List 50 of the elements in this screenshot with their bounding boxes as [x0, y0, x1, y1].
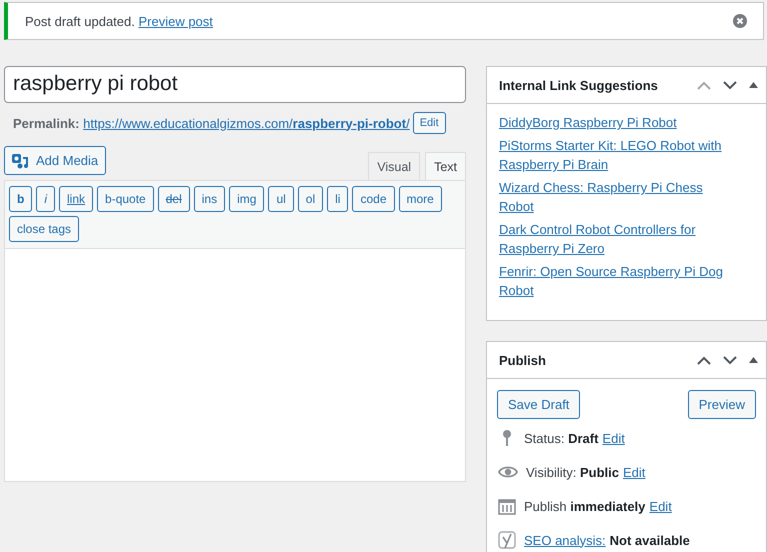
quicktag-button[interactable]: img: [229, 186, 264, 212]
suggestion-link[interactable]: DiddyBorg Raspberry Pi Robot: [499, 113, 677, 132]
eye-icon: [498, 465, 518, 479]
media-icon: [12, 152, 30, 168]
preview-post-link[interactable]: Preview post: [138, 14, 213, 28]
publish-info: SEO analysis: Not available: [524, 532, 690, 548]
quicktag-button[interactable]: more: [398, 186, 442, 212]
add-media-button[interactable]: Add Media: [4, 146, 106, 175]
notice-message: Post draft updated. Preview post: [25, 14, 213, 28]
editor-tab[interactable]: Visual: [368, 152, 420, 180]
publish-info: Status: Draft Edit: [524, 430, 625, 446]
quicktag-button[interactable]: del: [158, 186, 190, 212]
edit-button[interactable]: Edit: [412, 112, 446, 134]
save-draft-button[interactable]: Save Draft: [497, 390, 580, 419]
seo-analysis-link[interactable]: SEO analysis:: [524, 532, 606, 548]
suggestion-link[interactable]: Wizard Chess: Raspberry Pi Chess Robot: [499, 178, 736, 216]
quicktag-button[interactable]: b-quote: [97, 186, 154, 212]
quicktag-button[interactable]: li: [327, 186, 348, 212]
panel-title: Internal Link Suggestions: [499, 78, 659, 92]
quicktag-button[interactable]: ol: [298, 186, 324, 212]
quicktag-button[interactable]: i: [36, 186, 56, 212]
quicktag-button[interactable]: ul: [268, 186, 294, 212]
move-down-icon[interactable]: [723, 356, 737, 364]
edit-link[interactable]: Edit: [622, 464, 646, 480]
publish-info: Publish immediately Edit: [524, 498, 672, 514]
seo-icon: [498, 531, 516, 549]
move-up-icon[interactable]: [697, 356, 711, 364]
quicktag-button[interactable]: link: [59, 186, 94, 212]
collapse-icon[interactable]: [749, 82, 758, 88]
editor-area[interactable]: b i link b-quote del ins img ul ol li code more close tags: [4, 180, 466, 482]
quicktag-button[interactable]: code: [352, 186, 394, 212]
panel-title: Publish: [499, 352, 547, 368]
editor-tab[interactable]: Text: [425, 152, 466, 180]
title-field[interactable]: raspberry pi robot: [4, 66, 466, 103]
permalink-link[interactable]: https://www.educationalgizmos.com/raspberry-pi-robot/: [83, 116, 410, 130]
suggestion-link[interactable]: Fenrir: Open Source Raspberry Pi Dog Robot: [499, 262, 736, 300]
edit-link[interactable]: Edit: [602, 430, 625, 446]
suggestion-link[interactable]: PiStorms Starter Kit: LEGO Robot with Raspberry Pi Brain: [499, 136, 736, 174]
publish-info: Visibility: Public Edit: [526, 464, 646, 480]
quicktag-button[interactable]: close tags: [9, 216, 80, 242]
close-icon[interactable]: [733, 14, 747, 28]
preview-button[interactable]: Preview: [688, 390, 756, 419]
suggestion-link[interactable]: Dark Control Robot Controllers for Raspberry Pi Zero: [499, 220, 736, 258]
calendar-icon: [498, 497, 516, 515]
permalink-text: Permalink: https://www.educationalgizmos.com/raspberry-pi-robot/: [13, 116, 410, 130]
quicktag-button[interactable]: b: [9, 186, 32, 212]
quicktag-button[interactable]: ins: [194, 186, 226, 212]
edit-link[interactable]: Edit: [649, 498, 672, 514]
collapse-icon[interactable]: [749, 357, 758, 363]
move-down-icon[interactable]: [723, 80, 737, 90]
